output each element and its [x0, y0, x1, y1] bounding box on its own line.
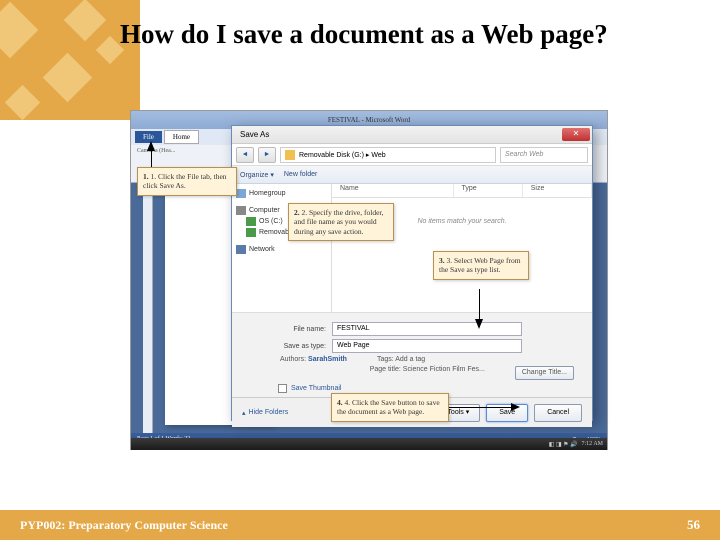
slide-footer: PYP002: Preparatory Computer Science 56	[0, 510, 720, 540]
save-thumbnail-checkbox[interactable]: Save Thumbnail	[278, 384, 580, 393]
disk-icon	[246, 217, 256, 226]
checkbox-icon	[278, 384, 287, 393]
hide-folders-label: Hide Folders	[249, 409, 289, 416]
hide-folders-toggle[interactable]: ▴ Hide Folders	[242, 409, 288, 417]
callout-1: 1. 1. Click the File tab, then click Sav…	[137, 167, 237, 196]
tree-label: Homegroup	[249, 190, 286, 197]
tree-label: Network	[249, 246, 275, 253]
close-icon[interactable]: ✕	[562, 128, 590, 141]
network-icon	[236, 245, 246, 254]
checkbox-label: Save Thumbnail	[291, 385, 341, 392]
screenshot-figure: FESTIVAL - Microsoft Word File Home Camb…	[130, 110, 608, 450]
tree-network[interactable]: Network	[234, 244, 329, 255]
tree-homegroup[interactable]: Homegroup	[234, 188, 329, 199]
dialog-title: Save As	[240, 130, 269, 139]
new-folder-button[interactable]: New folder	[284, 171, 317, 178]
list-header: Name Type Size	[332, 184, 592, 198]
callout-3-arrow	[479, 289, 480, 321]
organize-menu[interactable]: Organize ▾	[240, 171, 274, 179]
page-number: 56	[687, 517, 700, 533]
vertical-ruler	[143, 183, 153, 433]
disk-icon	[246, 228, 256, 237]
nav-back-button[interactable]: ◄	[236, 147, 254, 163]
cancel-button[interactable]: Cancel	[534, 404, 582, 422]
slide-decoration	[0, 0, 140, 120]
authors-field[interactable]: Authors: SarahSmith	[280, 356, 347, 363]
change-title-button[interactable]: Change Title...	[515, 366, 574, 380]
arrow-right-icon	[511, 403, 520, 411]
footer-left: PYP002: Preparatory Computer Science	[20, 518, 228, 533]
arrow-up-icon	[147, 141, 155, 151]
dialog-toolbar: Organize ▾ New folder	[232, 166, 592, 184]
col-name[interactable]: Name	[332, 184, 454, 197]
dialog-navbar: ◄ ► Removable Disk (G:) ▸ Web Search Web	[232, 144, 592, 166]
taskbar: ◧ ◨ ⚑ 🔊 7:12 AM	[131, 438, 607, 450]
home-tab[interactable]: Home	[164, 130, 199, 144]
tray-icons: ◧ ◨ ⚑ 🔊	[549, 441, 578, 448]
arrow-down-icon	[475, 319, 483, 329]
callout-2: 2. 2. Specify the drive, folder, and fil…	[288, 203, 394, 241]
computer-icon	[236, 206, 246, 215]
callout-3: 3. 3. Select Web Page from the Save as t…	[433, 251, 529, 280]
callout-4-arrow	[449, 407, 513, 408]
dialog-fields: File name: FESTIVAL Save as type: Web Pa…	[232, 312, 592, 397]
tags-field[interactable]: Tags: Add a tag	[377, 356, 425, 363]
breadcrumb: Removable Disk (G:) ▸ Web	[299, 151, 386, 159]
search-input[interactable]: Search Web	[500, 147, 588, 163]
dialog-titlebar: Save As ✕	[232, 126, 592, 144]
slide-title: How do I save a document as a Web page?	[120, 18, 680, 52]
col-type[interactable]: Type	[454, 184, 523, 197]
savetype-label: Save as type:	[270, 343, 326, 350]
filename-input[interactable]: FESTIVAL	[332, 322, 522, 336]
savetype-dropdown[interactable]: Web Page	[332, 339, 522, 353]
chevron-up-icon: ▴	[242, 409, 246, 417]
homegroup-icon	[236, 189, 246, 198]
callout-4: 4. 4. Click the Save button to save the …	[331, 393, 449, 422]
col-size[interactable]: Size	[523, 184, 592, 197]
tree-label: OS (C:)	[259, 218, 283, 225]
taskbar-clock: 7:12 AM	[581, 441, 603, 447]
nav-forward-button[interactable]: ►	[258, 147, 276, 163]
pagetitle-field: Page title: Science Fiction Film Fes...	[370, 366, 485, 380]
tree-label: Computer	[249, 207, 280, 214]
save-as-dialog: Save As ✕ ◄ ► Removable Disk (G:) ▸ Web …	[231, 125, 593, 421]
filename-label: File name:	[270, 326, 326, 333]
folder-icon	[285, 150, 295, 160]
address-bar[interactable]: Removable Disk (G:) ▸ Web	[280, 147, 496, 163]
